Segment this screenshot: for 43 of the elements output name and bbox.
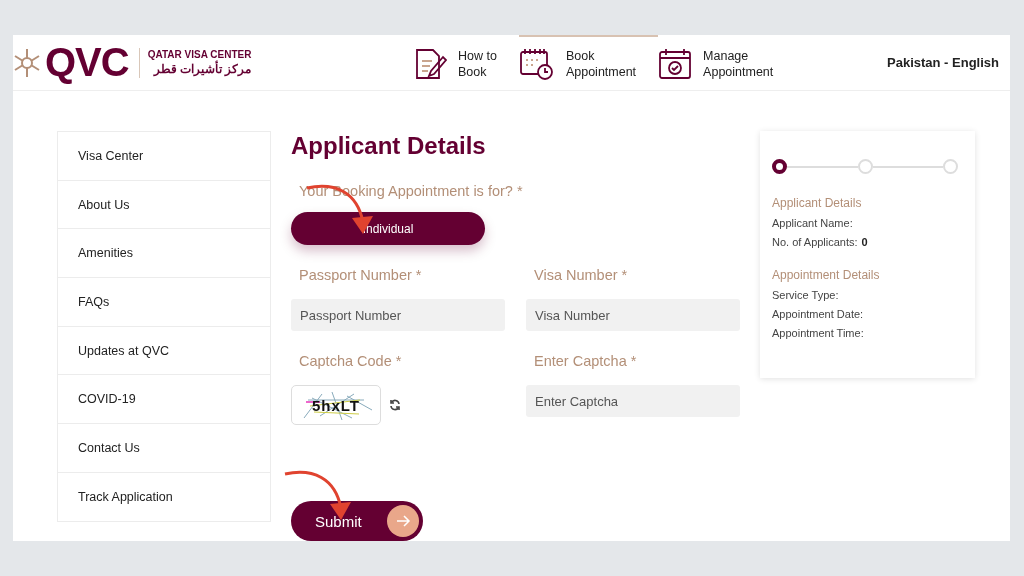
nav-link[interactable]: Book Appointment (518, 35, 659, 90)
flower-logo-icon (13, 46, 41, 79)
field-label: Enter Captcha * (534, 353, 638, 371)
submit-button[interactable]: Submit (291, 501, 423, 541)
input-field[interactable]: Passport Number (291, 299, 505, 331)
summary-label: Appointment Time: (772, 327, 865, 339)
calendar-clock-icon (518, 46, 555, 81)
logo-name: QATAR VISA CENTER (147, 49, 252, 60)
arrow-right-icon (395, 513, 411, 529)
sidebar-item[interactable]: Amenities (57, 228, 271, 279)
section-heading: Appointment Details (772, 268, 881, 282)
logo-name-arabic: مركز تأشيرات قطر (152, 62, 252, 76)
sidebar-item[interactable]: About Us (57, 179, 271, 230)
sidebar-item[interactable]: COVID-19 (57, 374, 271, 425)
option-button[interactable]: Individual (291, 212, 485, 245)
sidebar-item[interactable]: Updates at QVC (57, 325, 271, 376)
field-label: Passport Number * (299, 267, 423, 285)
summary-label: Service Type: (772, 289, 840, 301)
page-title: Applicant Details (291, 131, 487, 161)
nav-label: Manage Appointment (703, 47, 774, 80)
field-label: Captcha Code * (299, 353, 403, 371)
refresh-icon[interactable] (389, 399, 401, 411)
sidebar-item[interactable]: Contact Us (57, 423, 271, 473)
summary-label: Appointment Date: (772, 308, 865, 320)
document-pen-icon (413, 46, 447, 81)
sidebar-item[interactable]: FAQs (57, 277, 271, 327)
logo-wordmark: QVC (45, 40, 129, 85)
locale-selector[interactable]: Pakistan - English (887, 55, 999, 70)
summary-value: 0 (861, 236, 868, 248)
nav-link[interactable]: Manage Appointment (658, 35, 796, 90)
input-field[interactable]: Enter Captcha (526, 385, 740, 417)
summary-label: No. of Applicants: (772, 236, 858, 248)
nav-label: How to Book (458, 47, 497, 80)
field-label: Visa Number * (534, 267, 629, 285)
calendar-check-icon (658, 46, 693, 81)
nav-link[interactable]: How to Book (413, 35, 519, 90)
nav-label: Book Appointment (565, 47, 637, 80)
section-heading: Applicant Details (772, 196, 863, 210)
sidebar-item[interactable]: Visa Center (57, 131, 271, 181)
sidebar-item[interactable]: Track Application (57, 471, 271, 522)
summary-label: Applicant Name: (772, 217, 854, 229)
input-field[interactable]: Visa Number (526, 299, 740, 331)
captcha-image: 5hxLT (291, 385, 381, 425)
